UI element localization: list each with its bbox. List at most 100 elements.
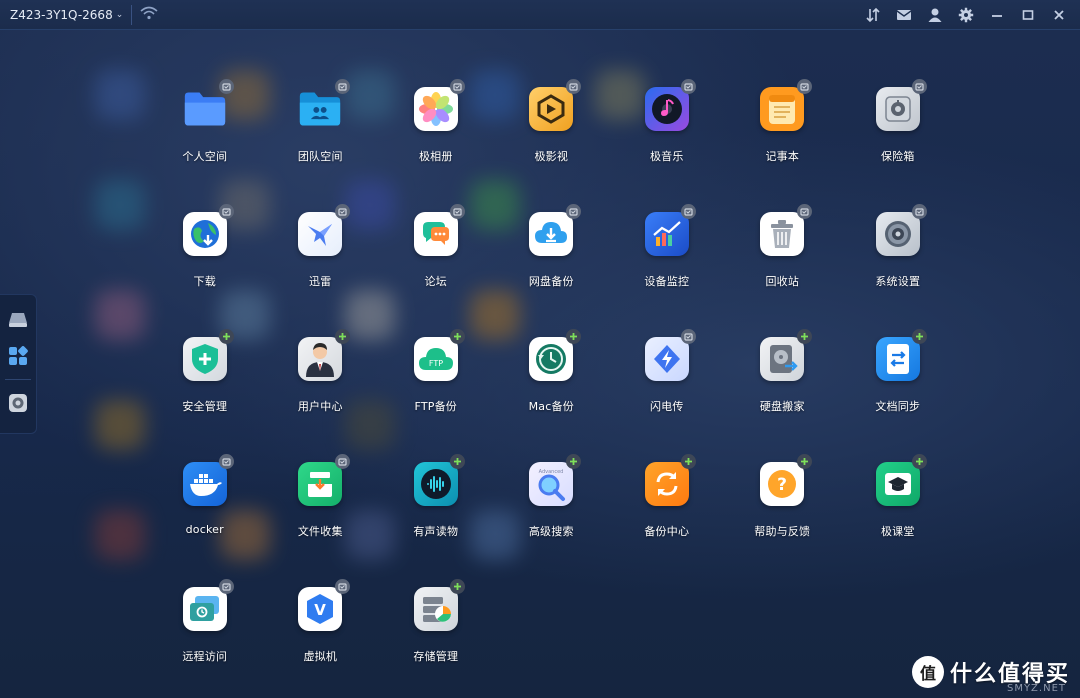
- title-divider: [131, 4, 133, 25]
- app-label: 系统设置: [875, 275, 921, 288]
- app-download[interactable]: 下载: [147, 190, 263, 315]
- app-disk-move[interactable]: 硬盘搬家: [725, 315, 841, 440]
- app-personal-space[interactable]: 个人空间: [147, 65, 263, 190]
- app-notepad[interactable]: 记事本: [725, 65, 841, 190]
- user-icon[interactable]: [919, 0, 950, 30]
- app-doc-sync[interactable]: 文档同步: [840, 315, 956, 440]
- app-label: 极课堂: [880, 525, 915, 538]
- app-team-space[interactable]: 团队空间: [263, 65, 379, 190]
- app-mac-backup[interactable]: Mac备份: [494, 315, 610, 440]
- installed-badge-icon: [219, 454, 234, 469]
- app-xunlei[interactable]: 迅雷: [263, 190, 379, 315]
- add-badge-icon: [450, 454, 465, 469]
- backup-center-icon: [644, 462, 689, 506]
- ftp-text: FTP: [429, 359, 443, 368]
- app-remote-access[interactable]: 远程访问: [147, 565, 263, 690]
- add-badge-icon: [450, 579, 465, 594]
- wifi-icon: [140, 5, 158, 24]
- app-user-center[interactable]: 用户中心: [263, 315, 379, 440]
- app-label: 保险箱: [880, 150, 915, 163]
- app-music[interactable]: 极音乐: [609, 65, 725, 190]
- drive-icon[interactable]: [7, 309, 29, 331]
- app-ftp-backup[interactable]: FTP FTP备份: [378, 315, 494, 440]
- app-label: 极影视: [534, 150, 569, 163]
- app-label: 用户中心: [297, 400, 343, 413]
- app-security[interactable]: 安全管理: [147, 315, 263, 440]
- device-selector[interactable]: Z423-3Y1Q-2668 ⌄: [10, 8, 123, 22]
- settings-icon[interactable]: [950, 0, 981, 30]
- watermark-sub: SMYZ.NET: [1006, 683, 1066, 694]
- app-virtual-machine[interactable]: V 虚拟机: [263, 565, 379, 690]
- add-badge-icon: [565, 454, 581, 469]
- app-recycle-bin[interactable]: 回收站: [725, 190, 841, 315]
- user-center-icon: [298, 337, 343, 381]
- app-label: 高级搜索: [528, 525, 574, 538]
- app-docker[interactable]: docker: [147, 440, 263, 565]
- app-label: 极音乐: [649, 150, 684, 163]
- audiobook-icon: [413, 462, 458, 506]
- add-badge-icon: [450, 329, 465, 344]
- app-storage-manage[interactable]: 存储管理: [378, 565, 494, 690]
- time-machine-icon: [529, 337, 574, 381]
- app-audiobook[interactable]: 有声读物: [378, 440, 494, 565]
- video-icon: [529, 87, 574, 131]
- trash-icon: [760, 212, 805, 256]
- app-label: 记事本: [765, 150, 800, 163]
- installed-badge-icon: [334, 204, 350, 219]
- installed-badge-icon: [565, 79, 581, 94]
- safe-icon: [875, 87, 920, 131]
- maximize-icon[interactable]: [1012, 0, 1043, 30]
- minimize-icon[interactable]: [981, 0, 1012, 30]
- vm-letter-text: V: [314, 601, 326, 619]
- safe-icon[interactable]: [7, 392, 29, 414]
- download-globe-icon: [182, 212, 227, 256]
- photos-icon: [413, 87, 458, 131]
- shield-plus-icon: [182, 337, 227, 381]
- help-icon: ?: [760, 462, 805, 506]
- app-label: 存储管理: [413, 650, 459, 663]
- app-label: 网盘备份: [528, 275, 574, 288]
- app-label: docker: [185, 523, 224, 536]
- app-advanced-search[interactable]: Advanced 高级搜索: [494, 440, 610, 565]
- disk-move-icon: [760, 337, 805, 381]
- close-icon[interactable]: [1043, 0, 1074, 30]
- apps-grid-icon[interactable]: [7, 345, 29, 367]
- app-label: 设备监控: [644, 275, 690, 288]
- app-device-monitor[interactable]: 设备监控: [609, 190, 725, 315]
- add-badge-icon: [219, 329, 234, 344]
- xunlei-bird-icon: [298, 212, 343, 256]
- notepad-icon: [760, 87, 805, 131]
- add-badge-icon: [334, 329, 350, 344]
- team-folder-icon: [298, 87, 342, 131]
- app-forum[interactable]: 论坛: [378, 190, 494, 315]
- chevron-down-icon: ⌄: [115, 9, 124, 20]
- app-classroom[interactable]: 极课堂: [840, 440, 956, 565]
- app-system-settings[interactable]: 系统设置: [840, 190, 956, 315]
- app-safe[interactable]: 保险箱: [840, 65, 956, 190]
- app-flash-transfer[interactable]: 闪电传: [609, 315, 725, 440]
- installed-badge-icon: [219, 579, 234, 594]
- installed-badge-icon: [219, 204, 234, 219]
- app-help-feedback[interactable]: ? 帮助与反馈: [725, 440, 841, 565]
- installed-badge-icon: [796, 204, 812, 219]
- music-icon: [644, 87, 689, 131]
- app-label: 文档同步: [875, 400, 921, 413]
- watermark-logo-icon: 值: [911, 656, 944, 688]
- sort-icon[interactable]: [857, 0, 888, 30]
- app-photos[interactable]: 极相册: [378, 65, 494, 190]
- cloud-backup-icon: [529, 212, 574, 256]
- storage-manage-icon: [413, 587, 458, 631]
- app-file-collect[interactable]: 文件收集: [263, 440, 379, 565]
- app-label: 远程访问: [182, 650, 228, 663]
- app-label: 闪电传: [649, 400, 684, 413]
- app-cloud-backup[interactable]: 网盘备份: [494, 190, 610, 315]
- app-label: 文件收集: [297, 525, 343, 538]
- app-backup-center[interactable]: 备份中心: [609, 440, 725, 565]
- add-badge-icon: [681, 454, 696, 469]
- app-video[interactable]: 极影视: [494, 65, 610, 190]
- installed-badge-icon: [219, 79, 234, 94]
- personal-folder-icon: [183, 87, 227, 131]
- ftp-cloud-icon: FTP: [413, 337, 458, 381]
- mail-icon[interactable]: [888, 0, 919, 30]
- installed-badge-icon: [681, 329, 696, 344]
